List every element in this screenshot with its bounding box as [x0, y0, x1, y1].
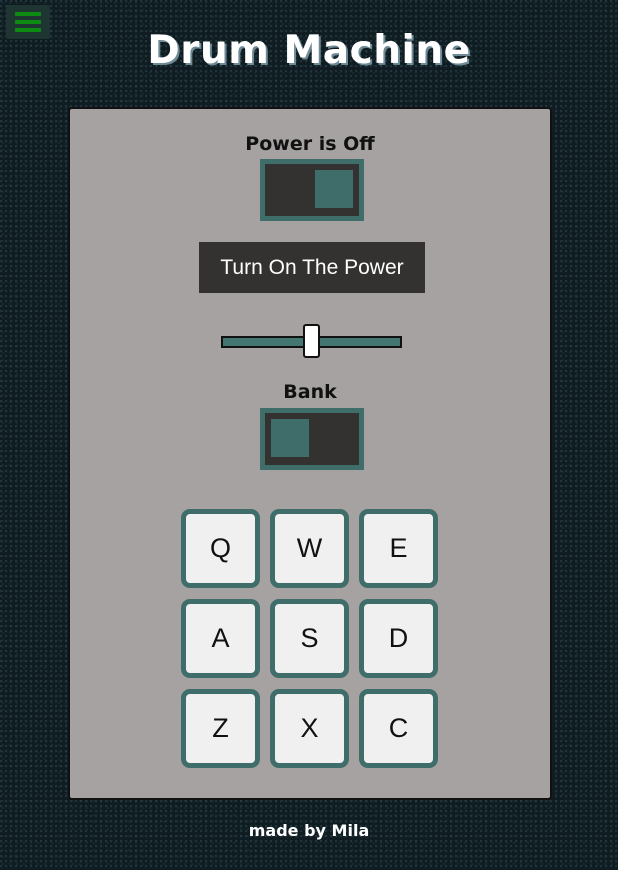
drum-pad-c[interactable]: C	[359, 689, 438, 768]
bank-label: Bank	[283, 381, 337, 403]
drum-pad-x[interactable]: X	[270, 689, 349, 768]
footer-credit: made by Mila	[248, 821, 370, 840]
bank-toggle[interactable]	[260, 408, 364, 470]
app-title: Drum Machine	[147, 28, 471, 73]
power-toggle-knob	[315, 170, 353, 208]
drum-pad-w[interactable]: W	[270, 509, 349, 588]
drum-pad-grid: Q W E A S D Z X C	[181, 509, 441, 771]
drum-machine-panel: Power is Off Turn On The Power Bank Q W …	[68, 107, 552, 800]
drum-pad-d[interactable]: D	[359, 599, 438, 678]
drum-pad-q[interactable]: Q	[181, 509, 260, 588]
menu-icon-bar	[15, 12, 41, 16]
drum-pad-s[interactable]: S	[270, 599, 349, 678]
drum-pad-a[interactable]: A	[181, 599, 260, 678]
drum-pad-z[interactable]: Z	[181, 689, 260, 768]
bank-toggle-knob	[271, 419, 309, 457]
power-label: Power is Off	[245, 133, 375, 155]
volume-slider[interactable]	[221, 324, 402, 358]
power-toggle[interactable]	[260, 159, 364, 221]
status-display: Turn On The Power	[199, 242, 425, 293]
menu-icon-bar	[15, 20, 41, 24]
volume-slider-thumb[interactable]	[303, 324, 320, 358]
drum-pad-e[interactable]: E	[359, 509, 438, 588]
